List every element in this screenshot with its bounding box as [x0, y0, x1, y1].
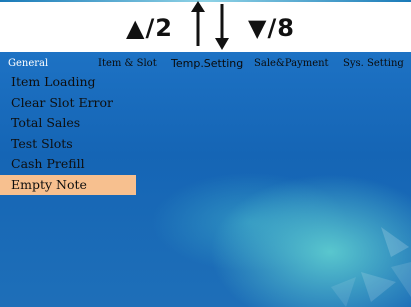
- menu-item-cash-prefill[interactable]: Cash Prefill: [0, 154, 136, 175]
- tab-bar: General Item & Slot Temp.Setting Sale&Pa…: [0, 57, 411, 72]
- general-menu: Item Loading Clear Slot Error Total Sale…: [0, 72, 136, 195]
- up-key-hint: ▲/2: [126, 14, 173, 42]
- decorative-background-shapes: [331, 227, 411, 307]
- tab-general[interactable]: General: [8, 57, 48, 71]
- menu-item-item-loading[interactable]: Item Loading: [0, 72, 136, 93]
- tab-item-and-slot[interactable]: Item & Slot: [98, 57, 157, 71]
- settings-panel: General Item & Slot Temp.Setting Sale&Pa…: [0, 52, 411, 307]
- up-down-arrows-icon: [191, 1, 229, 50]
- menu-item-total-sales[interactable]: Total Sales: [0, 113, 136, 134]
- tab-sale-and-payment[interactable]: Sale&Payment: [254, 57, 329, 71]
- down-key-hint: ▼/8: [248, 14, 295, 42]
- menu-item-clear-slot-error[interactable]: Clear Slot Error: [0, 93, 136, 114]
- navigation-hint-bar: ▲/2 ▼/8: [0, 0, 411, 52]
- menu-item-test-slots[interactable]: Test Slots: [0, 134, 136, 155]
- menu-item-empty-note[interactable]: Empty Note: [0, 174, 136, 195]
- tab-sys-setting[interactable]: Sys. Setting: [343, 57, 404, 71]
- tab-temp-setting[interactable]: Temp.Setting: [171, 57, 243, 71]
